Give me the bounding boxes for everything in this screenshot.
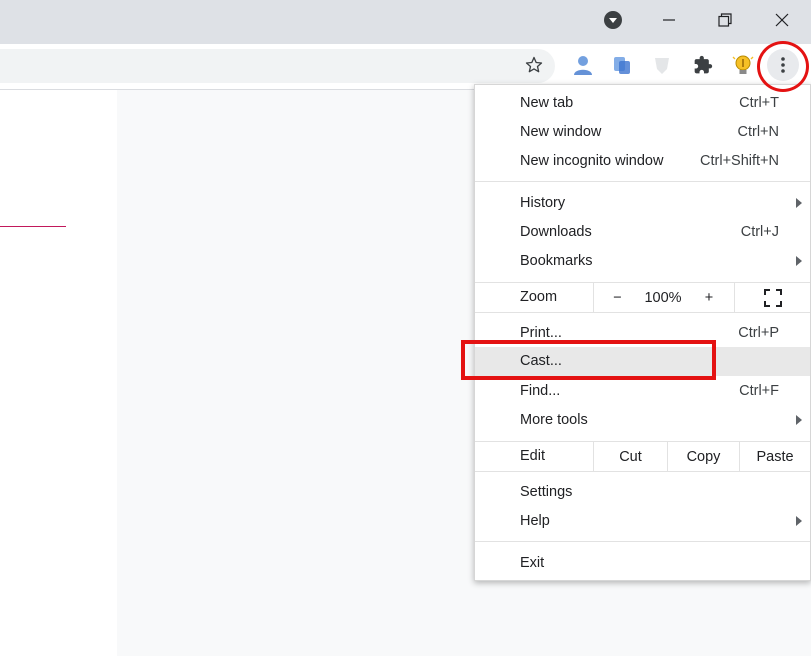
- highlight-circle-annotation: [757, 41, 809, 92]
- puzzle-icon[interactable]: [687, 49, 719, 81]
- menu-item-downloads[interactable]: Downloads Ctrl+J: [475, 218, 810, 247]
- restore-icon[interactable]: [696, 0, 754, 40]
- menu-item-label: History: [520, 195, 566, 211]
- minimize-icon[interactable]: [640, 0, 698, 40]
- menu-item-new-window[interactable]: New window Ctrl+N: [475, 118, 810, 147]
- extension-avatar-icon[interactable]: [567, 49, 599, 81]
- cut-button[interactable]: Cut: [593, 442, 667, 471]
- menu-item-help[interactable]: Help: [475, 507, 810, 536]
- address-bar[interactable]: [0, 49, 555, 83]
- menu-item-shortcut: Ctrl+P: [738, 325, 779, 341]
- extension-docs-icon[interactable]: [606, 49, 638, 81]
- menu-item-label: New incognito window: [520, 153, 664, 169]
- menu-separator: [475, 181, 810, 182]
- menu-item-shortcut: Ctrl+J: [740, 224, 779, 240]
- chrome-main-menu: New tab Ctrl+T New window Ctrl+N New inc…: [474, 84, 811, 581]
- menu-item-shortcut: Ctrl+N: [737, 124, 780, 140]
- zoom-out-button[interactable]: −: [593, 283, 641, 312]
- page-link-underline: [0, 226, 66, 227]
- menu-item-label: More tools: [520, 412, 588, 428]
- menu-item-label: Print...: [520, 325, 562, 341]
- highlight-rect-annotation: [461, 340, 716, 380]
- cut-label: Cut: [619, 448, 642, 465]
- menu-item-label: Bookmarks: [520, 253, 593, 269]
- zoom-level: 100%: [641, 283, 685, 312]
- edit-label: Edit: [520, 448, 545, 464]
- menu-item-label: Settings: [520, 484, 573, 500]
- menu-item-label: Downloads: [520, 224, 592, 240]
- zoom-in-button[interactable]: +: [685, 283, 733, 312]
- menu-item-label: New window: [520, 124, 602, 140]
- extension-shield-icon[interactable]: [646, 49, 678, 81]
- zoom-label: Zoom: [520, 289, 558, 305]
- profile-dropdown-icon[interactable]: [584, 0, 642, 40]
- menu-item-label: New tab: [520, 95, 574, 111]
- zoom-out-label: −: [613, 289, 622, 306]
- fullscreen-button[interactable]: [734, 283, 810, 312]
- menu-item-new-tab[interactable]: New tab Ctrl+T: [475, 89, 810, 118]
- copy-button[interactable]: Copy: [667, 442, 739, 471]
- close-icon[interactable]: [753, 0, 811, 40]
- menu-item-shortcut: Ctrl+T: [739, 95, 779, 111]
- lightbulb-icon[interactable]: [727, 49, 759, 81]
- menu-item-more-tools[interactable]: More tools: [475, 406, 810, 435]
- zoom-row: Zoom − 100% +: [475, 282, 810, 313]
- edit-row: Edit Cut Copy Paste: [475, 441, 810, 472]
- zoom-in-label: +: [704, 289, 714, 306]
- menu-item-label: Exit: [520, 555, 545, 571]
- title-bar: [0, 0, 811, 44]
- submenu-arrow-icon: [796, 256, 802, 266]
- page-content-left: [0, 90, 117, 656]
- menu-item-history[interactable]: History: [475, 189, 810, 218]
- menu-separator: [475, 541, 810, 542]
- star-icon[interactable]: [518, 49, 550, 81]
- menu-item-settings[interactable]: Settings: [475, 478, 810, 507]
- menu-item-shortcut: Ctrl+F: [739, 383, 779, 399]
- paste-label: Paste: [756, 448, 794, 465]
- fullscreen-icon: [763, 288, 782, 307]
- menu-item-label: Help: [520, 513, 550, 529]
- menu-item-shortcut: Ctrl+Shift+N: [700, 153, 779, 169]
- copy-label: Copy: [686, 448, 721, 465]
- submenu-arrow-icon: [796, 516, 802, 526]
- menu-item-bookmarks[interactable]: Bookmarks: [475, 247, 810, 276]
- menu-item-new-incognito-window[interactable]: New incognito window Ctrl+Shift+N: [475, 147, 810, 176]
- menu-item-find[interactable]: Find... Ctrl+F: [475, 377, 810, 406]
- menu-item-exit[interactable]: Exit: [475, 549, 810, 578]
- submenu-arrow-icon: [796, 415, 802, 425]
- zoom-value: 100%: [644, 289, 682, 306]
- paste-button[interactable]: Paste: [739, 442, 810, 471]
- menu-item-label: Find...: [520, 383, 561, 399]
- submenu-arrow-icon: [796, 198, 802, 208]
